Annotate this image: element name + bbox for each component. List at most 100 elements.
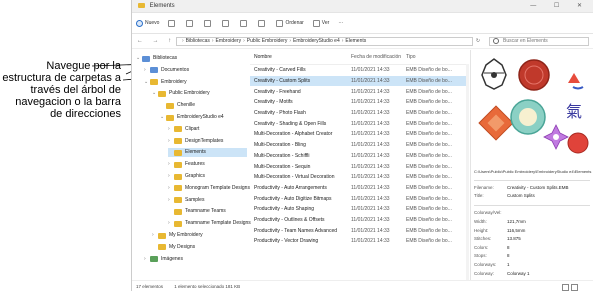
copy-button[interactable] bbox=[186, 19, 195, 27]
prop-key: Width: bbox=[474, 219, 487, 224]
file-type: EMB Diseño de bo... bbox=[406, 88, 452, 95]
tiles-view-icon[interactable] bbox=[571, 284, 578, 291]
list-scrollbar[interactable] bbox=[466, 64, 469, 280]
view-icon bbox=[312, 19, 320, 27]
tree-item[interactable]: › Clipart bbox=[168, 125, 199, 134]
file-row[interactable]: Multi-Decoration - Sequin 11/01/2021 14:3… bbox=[250, 161, 466, 172]
view-label: Ver bbox=[321, 20, 330, 26]
tree-item[interactable]: › Imágenes bbox=[144, 255, 183, 264]
file-date: 11/01/2021 14:33 bbox=[351, 78, 390, 85]
file-name: Productivity - Auto Shaping bbox=[254, 206, 315, 213]
prop-key: Colorway/Vel: bbox=[474, 210, 502, 215]
refresh-icon[interactable]: ↻ bbox=[473, 38, 483, 44]
tree-item[interactable]: › Teamname Template Designs bbox=[168, 219, 251, 228]
trash-icon bbox=[258, 19, 266, 27]
paste-button[interactable] bbox=[204, 19, 213, 27]
file-row[interactable]: Productivity - Auto Arrangements 11/01/20… bbox=[250, 183, 466, 194]
tree-item[interactable]: ⌄ Bibliotecas bbox=[136, 54, 177, 63]
file-date: 11/01/2021 14:33 bbox=[351, 227, 390, 234]
prop-value: 1 bbox=[507, 262, 510, 267]
file-row[interactable]: Productivity - Vector Drawing 11/01/2021 … bbox=[250, 236, 466, 247]
file-row[interactable]: Creativity - Motifs 11/01/2021 14:33 EMB D… bbox=[250, 97, 466, 108]
sort-button[interactable]: Ordenar bbox=[276, 19, 304, 27]
list-header: Nombre Fecha de modificación Tipo bbox=[250, 50, 466, 65]
breadcrumb-item[interactable]: EmbroideryStudio e4 bbox=[293, 38, 340, 44]
title-bar: Elements — ☐ ✕ bbox=[132, 0, 593, 13]
file-row[interactable]: Multi-Decoration - Bling 11/01/2021 14:33… bbox=[250, 140, 466, 151]
prop-key: Filename: bbox=[474, 185, 494, 190]
column-header-date[interactable]: Fecha de modificación bbox=[351, 54, 406, 60]
column-header-type[interactable]: Tipo bbox=[406, 54, 466, 60]
file-date: 11/01/2021 14:33 bbox=[351, 195, 390, 202]
share-button[interactable] bbox=[240, 19, 249, 27]
nav-buttons: ← → ↑ bbox=[132, 38, 176, 44]
up-arrow-icon[interactable]: ↑ bbox=[168, 38, 171, 44]
address-bar[interactable]: › Bibliotecas › Embroidery › Public Embroi… bbox=[176, 36, 473, 46]
prop-value: 8 bbox=[507, 253, 510, 259]
file-type: EMB Diseño de bo... bbox=[406, 163, 452, 170]
view-button[interactable]: Ver bbox=[312, 19, 330, 27]
search-box[interactable]: Buscar en Elements bbox=[489, 36, 589, 46]
tree-item-label: Monogram Template Designs bbox=[185, 184, 250, 191]
forward-arrow-icon[interactable]: → bbox=[152, 38, 158, 44]
prop-value: 8 bbox=[507, 244, 510, 250]
tree-item[interactable]: ⌄ Embroidery bbox=[144, 78, 187, 87]
prop-value: 13.875 bbox=[507, 236, 521, 242]
tree-item[interactable]: Chenille bbox=[160, 101, 195, 110]
window-controls[interactable]: — ☐ ✕ bbox=[530, 0, 590, 12]
plus-icon bbox=[136, 19, 143, 27]
prop-row: Stops: 8 bbox=[474, 252, 592, 260]
tree-item[interactable]: › Samples bbox=[168, 196, 204, 205]
tree-item[interactable]: › DesignTemplates bbox=[168, 137, 223, 146]
breadcrumb-item[interactable]: Elements bbox=[345, 38, 366, 44]
prop-row: Colors: 8 bbox=[474, 244, 592, 252]
prop-key: Colorways: bbox=[474, 262, 497, 267]
column-header-name[interactable]: Nombre bbox=[250, 54, 351, 60]
tree-item[interactable]: Teamname Teams bbox=[168, 207, 226, 216]
file-row[interactable]: Productivity - Auto Digitize Bitmaps 11/0… bbox=[250, 193, 466, 204]
file-row[interactable]: Creativity - Custom Splits 11/01/2021 14:… bbox=[250, 75, 466, 87]
file-row[interactable]: Productivity - Outlines & Offsets 11/01/2… bbox=[250, 215, 466, 226]
tree-item[interactable]: › Graphics bbox=[168, 172, 205, 181]
file-date: 11/01/2021 14:33 bbox=[351, 216, 390, 223]
prop-value: 121,7mm bbox=[507, 219, 526, 224]
tree-item[interactable]: Elements bbox=[168, 148, 247, 158]
file-row[interactable]: Creativity - Photo Flash 11/01/2021 14:33… bbox=[250, 108, 466, 119]
file-row[interactable]: Multi-Decoration - Alphabet Creator 11/01… bbox=[250, 129, 466, 140]
file-name: Productivity - Auto Digitize Bitmaps bbox=[254, 195, 332, 202]
file-row[interactable]: Productivity - Auto Shaping 11/01/2021 14… bbox=[250, 204, 466, 215]
file-row[interactable]: Multi-Decoration - Virtual Decoration 11/… bbox=[250, 172, 466, 183]
file-type: EMB Diseño de bo... bbox=[406, 142, 452, 149]
breadcrumb-item[interactable]: Embroidery bbox=[216, 38, 242, 44]
breadcrumb-item[interactable]: Bibliotecas bbox=[186, 38, 210, 44]
view-toggle[interactable] bbox=[560, 284, 578, 291]
rename-button[interactable] bbox=[222, 19, 231, 27]
tree-item[interactable]: › Documentos bbox=[144, 66, 189, 75]
file-row[interactable]: Creativity - Shading & Open Fills 11/01/2… bbox=[250, 118, 466, 129]
tree-item-label: Documentos bbox=[161, 66, 190, 73]
tree-item[interactable]: › My Embroidery bbox=[152, 231, 203, 240]
more-button[interactable]: ··· bbox=[338, 20, 343, 26]
back-arrow-icon[interactable]: ← bbox=[137, 38, 143, 44]
breadcrumb-item[interactable]: Public Embroidery bbox=[247, 38, 288, 44]
tree-item[interactable]: › Features bbox=[168, 160, 205, 169]
cut-button[interactable] bbox=[168, 19, 177, 27]
chevron-right-icon: › bbox=[182, 38, 184, 44]
file-row[interactable]: Productivity - Team Names Advanced 11/01/… bbox=[250, 225, 466, 236]
tree-item[interactable]: ⌄ EmbroideryStudio e4 bbox=[160, 113, 224, 122]
file-type: EMB Diseño de bo... bbox=[406, 216, 452, 223]
file-row[interactable]: Multi-Decoration - Schiffli 11/01/2021 14… bbox=[250, 151, 466, 162]
tree-item[interactable]: › Monogram Template Designs bbox=[168, 184, 250, 193]
folder-icon bbox=[174, 220, 182, 227]
file-row[interactable]: Creativity - Carved Fills 11/01/2021 14:3… bbox=[250, 65, 466, 76]
new-button[interactable]: Nuevo bbox=[136, 19, 159, 27]
delete-button[interactable] bbox=[258, 19, 267, 27]
file-type: EMB Diseño de bo... bbox=[406, 184, 452, 191]
tree-item[interactable]: My Designs bbox=[152, 243, 195, 252]
tree-item[interactable]: ⌄ Public Embroidery bbox=[152, 89, 210, 98]
file-row[interactable]: Creativity - Freehand 11/01/2021 14:33 EMB… bbox=[250, 86, 466, 97]
tree-item-label: Embroidery bbox=[161, 78, 187, 85]
file-name: Multi-Decoration - Virtual Decoration bbox=[254, 174, 335, 181]
details-view-icon[interactable] bbox=[562, 284, 569, 291]
file-type: EMB Diseño de bo... bbox=[406, 152, 452, 159]
